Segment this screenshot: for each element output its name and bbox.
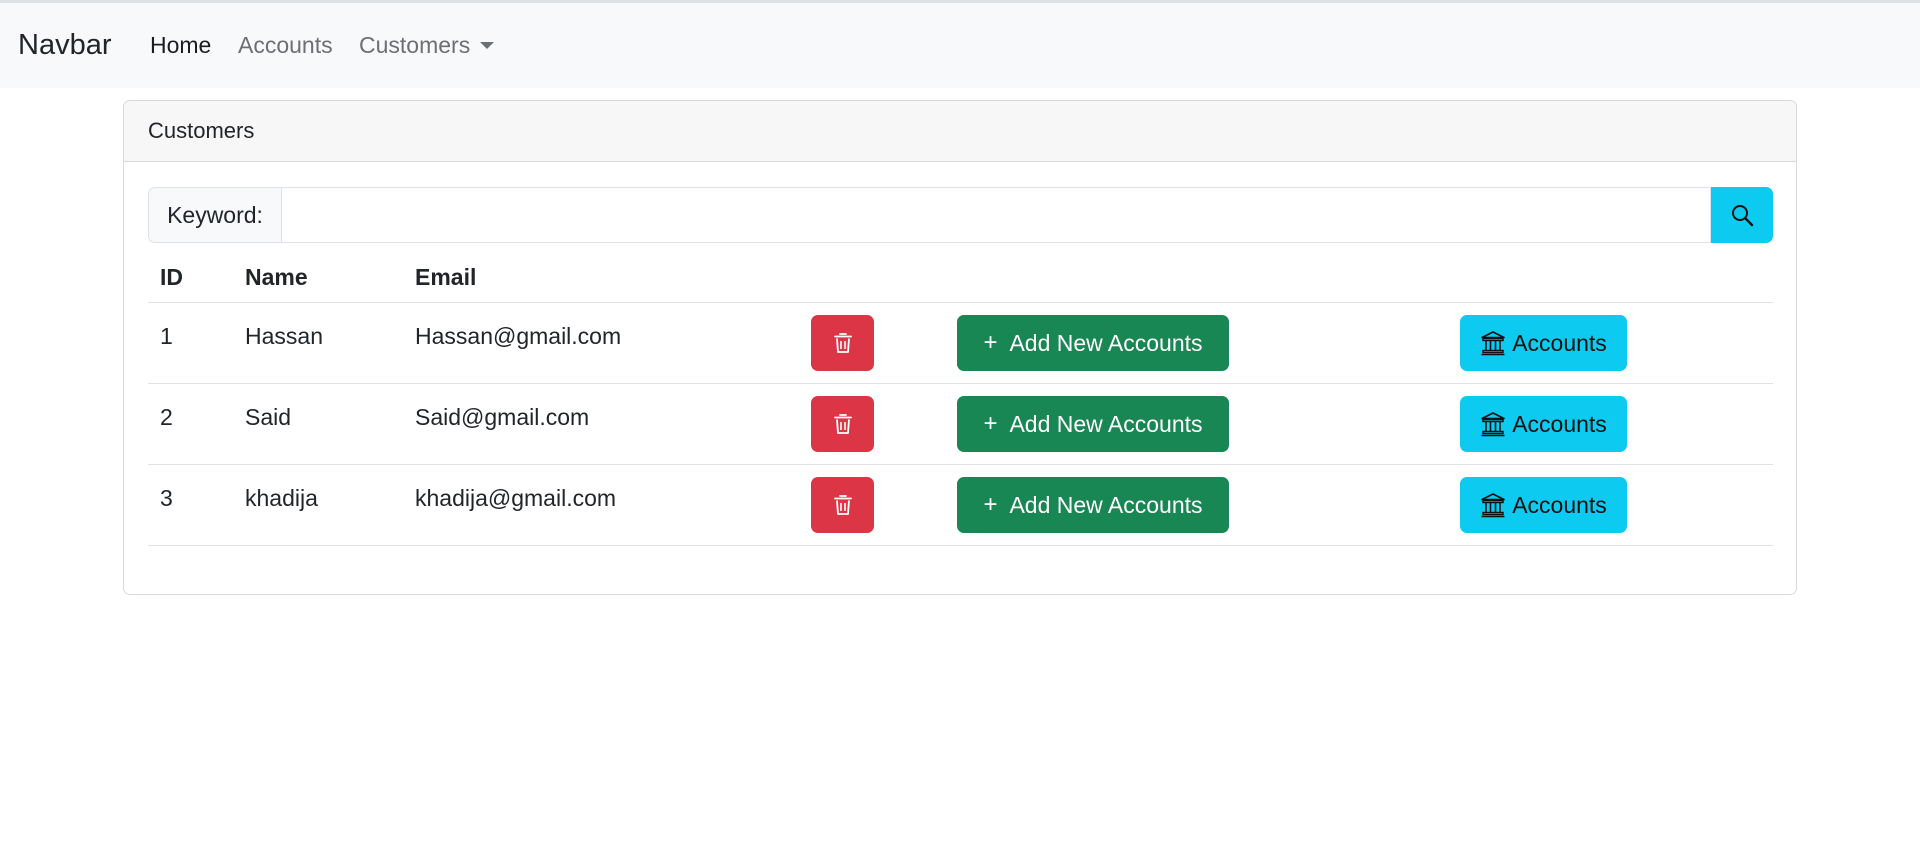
accounts-button[interactable]: Accounts bbox=[1460, 315, 1627, 371]
accounts-label: Accounts bbox=[1512, 491, 1607, 518]
navbar: Navbar Home Accounts Customers bbox=[0, 3, 1920, 88]
nav-dropdown-customers[interactable]: Customers bbox=[359, 32, 495, 59]
cell-id: 3 bbox=[160, 485, 173, 511]
search-button[interactable] bbox=[1711, 187, 1773, 243]
customers-table: ID Name Email 1 Hassan Hassan@gmail.com … bbox=[148, 251, 1773, 546]
add-new-accounts-button[interactable]: + Add New Accounts bbox=[957, 315, 1229, 371]
trash-icon bbox=[833, 495, 852, 515]
plus-icon: + bbox=[983, 410, 998, 437]
accounts-label: Accounts bbox=[1512, 410, 1607, 437]
cell-id: 1 bbox=[160, 323, 173, 349]
add-new-accounts-label: Add New Accounts bbox=[1009, 410, 1203, 437]
search-form: Keyword: bbox=[148, 187, 1773, 243]
add-new-accounts-button[interactable]: + Add New Accounts bbox=[957, 477, 1229, 533]
navbar-brand[interactable]: Navbar bbox=[18, 29, 112, 62]
bank-icon bbox=[1480, 411, 1506, 437]
accounts-label: Accounts bbox=[1512, 329, 1607, 356]
table-row: 2 Said Said@gmail.com + Add New Accounts bbox=[148, 384, 1773, 465]
cell-email: khadija@gmail.com bbox=[415, 485, 617, 511]
delete-button[interactable] bbox=[811, 396, 874, 452]
plus-icon: + bbox=[983, 491, 998, 518]
nav-link-accounts[interactable]: Accounts bbox=[238, 32, 333, 59]
delete-button[interactable] bbox=[811, 477, 874, 533]
trash-icon bbox=[833, 414, 852, 434]
caret-down-icon bbox=[480, 42, 495, 49]
cell-id: 2 bbox=[160, 404, 173, 430]
cell-email: Said@gmail.com bbox=[415, 404, 590, 430]
header-id: ID bbox=[160, 263, 183, 290]
header-name: Name bbox=[245, 263, 308, 290]
keyword-input[interactable] bbox=[281, 187, 1711, 243]
cell-name: Hassan bbox=[245, 323, 323, 349]
add-new-accounts-label: Add New Accounts bbox=[1009, 491, 1203, 518]
cell-email: Hassan@gmail.com bbox=[415, 323, 622, 349]
bank-icon bbox=[1480, 492, 1506, 518]
customers-card: Customers Keyword: ID Name Email 1 Hassa… bbox=[123, 100, 1797, 595]
plus-icon: + bbox=[983, 329, 998, 356]
card-header: Customers bbox=[124, 101, 1796, 162]
accounts-button[interactable]: Accounts bbox=[1460, 396, 1627, 452]
header-email: Email bbox=[415, 263, 477, 290]
bank-icon bbox=[1480, 330, 1506, 356]
cell-name: khadija bbox=[245, 485, 318, 511]
table-row: 1 Hassan Hassan@gmail.com + Add New Acco… bbox=[148, 303, 1773, 384]
cell-name: Said bbox=[245, 404, 292, 430]
table-header-row: ID Name Email bbox=[148, 251, 1773, 303]
keyword-label: Keyword: bbox=[148, 187, 281, 243]
table-row: 3 khadija khadija@gmail.com + Add New Ac… bbox=[148, 465, 1773, 546]
nav-dropdown-customers-label: Customers bbox=[359, 32, 471, 58]
accounts-button[interactable]: Accounts bbox=[1460, 477, 1627, 533]
nav-link-home[interactable]: Home bbox=[150, 32, 211, 59]
card-title: Customers bbox=[148, 118, 255, 143]
trash-icon bbox=[833, 333, 852, 353]
add-new-accounts-label: Add New Accounts bbox=[1009, 329, 1203, 356]
delete-button[interactable] bbox=[811, 315, 874, 371]
search-icon bbox=[1732, 205, 1754, 227]
add-new-accounts-button[interactable]: + Add New Accounts bbox=[957, 396, 1229, 452]
